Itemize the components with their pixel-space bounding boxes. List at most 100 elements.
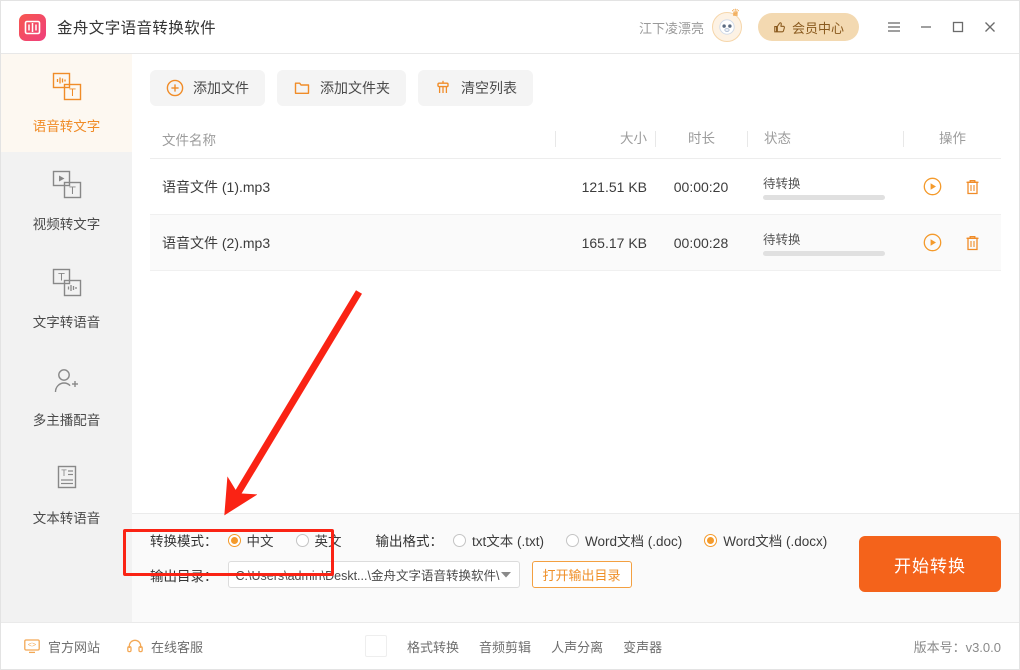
- app-logo-icon: [19, 13, 46, 41]
- sidebar-item-label: 文字转语音: [32, 315, 101, 330]
- file-duration: 00:00:20: [673, 178, 729, 195]
- folder-icon: [294, 82, 310, 94]
- start-convert-button[interactable]: 开始转换: [859, 536, 1001, 592]
- delete-icon[interactable]: [964, 178, 981, 196]
- username-label: 江下凌漂亮: [638, 20, 704, 36]
- multi-speaker-icon: [50, 365, 84, 399]
- video-to-text-icon: T: [47, 169, 87, 203]
- footer-tool-format-convert[interactable]: 格式转换: [407, 637, 459, 656]
- file-list: 语音文件 (1).mp3 121.51 KB 00:00:20 待转换 语音文件…: [132, 159, 1019, 435]
- mode-option-label: 中文: [246, 534, 274, 549]
- play-icon[interactable]: [923, 177, 942, 196]
- maximize-icon[interactable]: [943, 12, 973, 42]
- file-table-header: 文件名称 大小 时长 状态 操作: [150, 120, 1001, 159]
- file-status: 待转换: [747, 173, 903, 200]
- headset-icon: [127, 639, 143, 653]
- radio-dot-icon: [566, 533, 579, 547]
- output-directory-value: C:\Users\admin\Deskt...\金舟文字语音转换软件\: [235, 569, 500, 583]
- footer-tool-vocal-separation[interactable]: 人声分离: [551, 637, 603, 656]
- sidebar-item-label: 视频转文字: [32, 217, 101, 232]
- chevron-down-icon: [500, 572, 511, 578]
- sidebar-item-document-to-speech[interactable]: T 文本转语音: [1, 446, 132, 544]
- sidebar-item-label: 语音转文字: [32, 119, 101, 134]
- document-to-speech-icon: T: [50, 463, 84, 497]
- mode-option-english[interactable]: 英文: [295, 530, 342, 550]
- mode-radio-group: 中文 英文: [227, 530, 342, 550]
- file-size: 121.51 KB: [581, 178, 647, 195]
- output-directory-select[interactable]: C:\Users\admin\Deskt...\金舟文字语音转换软件\: [227, 561, 520, 588]
- avatar-face-icon: [719, 19, 735, 35]
- format-option-doc[interactable]: Word文档 (.doc): [566, 530, 682, 550]
- sidebar-item-multi-speaker[interactable]: 多主播配音: [1, 348, 132, 446]
- add-file-label: 添加文件: [193, 80, 249, 96]
- status-text: 待转换: [763, 233, 801, 247]
- table-row[interactable]: 语音文件 (1).mp3 121.51 KB 00:00:20 待转换: [150, 159, 1001, 215]
- menu-icon[interactable]: [879, 12, 909, 42]
- progress-bar: [763, 195, 885, 200]
- close-icon[interactable]: [975, 12, 1005, 42]
- sidebar-item-text-to-audio[interactable]: T 文字转语音: [1, 250, 132, 348]
- mode-option-label: 英文: [314, 534, 342, 549]
- app-title: 金舟文字语音转换软件: [57, 20, 217, 37]
- play-icon[interactable]: [923, 233, 942, 252]
- sidebar-item-video-to-text[interactable]: T 视频转文字: [1, 152, 132, 250]
- add-folder-label: 添加文件夹: [320, 80, 390, 96]
- file-name: 语音文件 (1).mp3: [162, 178, 271, 195]
- format-option-docx[interactable]: Word文档 (.docx): [704, 530, 827, 550]
- mode-option-chinese[interactable]: 中文: [227, 530, 274, 550]
- format-option-label: Word文档 (.doc): [585, 534, 683, 549]
- window-controls: [879, 12, 1005, 42]
- column-header-action: 操作: [903, 131, 1001, 147]
- radio-dot-icon: [295, 533, 309, 547]
- text-to-audio-icon: T: [47, 267, 87, 301]
- official-website-link[interactable]: <> 官方网站: [23, 637, 100, 656]
- audio-to-text-icon: T: [47, 71, 87, 105]
- app-window: 金舟文字语音转换软件 江下凌漂亮 ♛ 会员中心 T 语音转文字 T 视频转文字 …: [0, 0, 1020, 670]
- file-duration: 00:00:28: [673, 234, 729, 251]
- footer-tool-audio-edit[interactable]: 音频剪辑: [479, 637, 531, 656]
- column-header-name: 文件名称: [162, 133, 216, 148]
- add-folder-button[interactable]: 添加文件夹: [277, 70, 406, 106]
- version-label: 版本号：v3.0.0: [913, 639, 1001, 655]
- avatar[interactable]: ♛: [711, 8, 742, 42]
- radio-dot-icon: [453, 533, 466, 547]
- tool-thumb-icon: [365, 635, 388, 657]
- conversion-settings: 转换模式： 中文 英文 输出格式： txt文本 (.txt) Word文档 (.…: [132, 513, 1019, 622]
- vip-center-button[interactable]: 会员中心: [757, 13, 859, 41]
- svg-text:<>: <>: [28, 642, 36, 649]
- row-actions: [903, 233, 1001, 252]
- vip-center-label: 会员中心: [791, 20, 844, 36]
- format-label: 输出格式：: [375, 534, 444, 549]
- sidebar: T 语音转文字 T 视频转文字 T 文字转语音 多主播配音 T 文本转语音: [1, 53, 132, 622]
- format-option-label: Word文档 (.docx): [723, 534, 828, 549]
- format-option-txt[interactable]: txt文本 (.txt): [453, 530, 544, 550]
- open-output-directory-button[interactable]: 打开输出目录: [531, 561, 632, 588]
- online-support-link[interactable]: 在线客服: [126, 637, 203, 656]
- footer-tool-voice-changer[interactable]: 变声器: [623, 637, 662, 656]
- file-name: 语音文件 (2).mp3: [162, 234, 271, 251]
- minimize-icon[interactable]: [911, 12, 941, 42]
- file-size: 165.17 KB: [581, 234, 647, 251]
- outdir-label: 输出目录：: [150, 568, 218, 584]
- crown-icon: ♛: [731, 8, 740, 19]
- radio-dot-icon: [704, 533, 718, 547]
- svg-text:T: T: [61, 468, 67, 478]
- open-output-directory-label: 打开输出目录: [542, 568, 621, 583]
- thumbs-up-icon: [774, 22, 785, 33]
- row-actions: [903, 177, 1001, 196]
- file-toolbar: 添加文件 添加文件夹 清空列表: [132, 54, 1019, 116]
- official-website-label: 官方网站: [48, 639, 101, 655]
- title-bar: 金舟文字语音转换软件 江下凌漂亮 ♛ 会员中心: [1, 1, 1019, 53]
- add-file-button[interactable]: 添加文件: [150, 70, 265, 106]
- svg-text:T: T: [69, 87, 76, 99]
- file-status: 待转换: [747, 229, 903, 256]
- footer-tools: 格式转换 音频剪辑 人声分离 变声器: [365, 635, 662, 657]
- table-row[interactable]: 语音文件 (2).mp3 165.17 KB 00:00:28 待转换: [150, 215, 1001, 271]
- progress-bar: [763, 251, 885, 256]
- start-convert-label: 开始转换: [894, 556, 966, 576]
- clear-list-button[interactable]: 清空列表: [418, 70, 533, 106]
- svg-text:T: T: [69, 185, 76, 197]
- delete-icon[interactable]: [964, 234, 981, 252]
- sidebar-item-audio-to-text[interactable]: T 语音转文字: [1, 54, 132, 152]
- column-header-duration: 时长: [655, 131, 747, 147]
